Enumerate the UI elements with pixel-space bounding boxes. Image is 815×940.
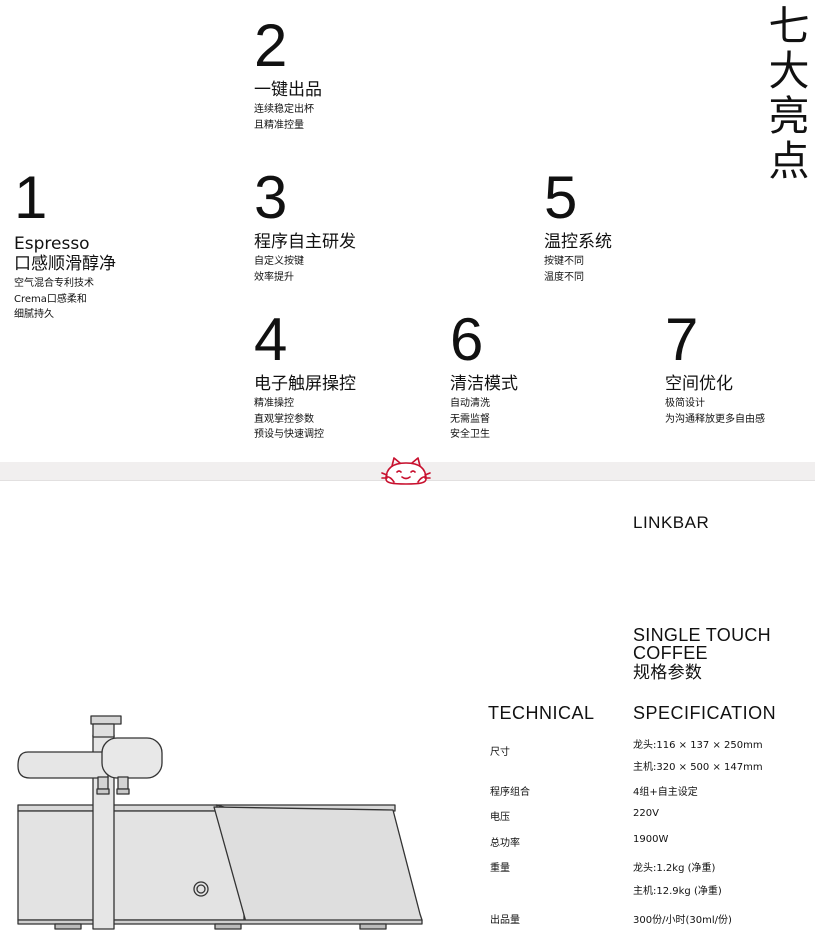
product-title: SINGLE TOUCH COFFEE 规格参数: [633, 626, 771, 684]
feature-desc-line: 效率提升: [254, 271, 294, 283]
spec-value: 主机:320 × 500 × 147mm: [633, 762, 763, 773]
feature-desc-line: Crema口感柔和: [14, 293, 87, 305]
spec-value: 1900W: [633, 834, 669, 845]
spec-value: 主机:12.9kg (净重): [633, 886, 722, 897]
spec-label: 尺寸: [490, 747, 510, 758]
spec-label: 总功率: [490, 838, 520, 849]
feature-desc: 连续稳定出杯 且精准控量: [254, 102, 322, 133]
feature-title: 程序自主研发: [254, 232, 356, 252]
feature-desc-line: 自动清洗: [450, 398, 490, 409]
feature-number: 3: [254, 164, 288, 231]
feature-desc-line: 按键不同: [544, 256, 584, 267]
section-title-char: 大: [768, 47, 810, 95]
spec-value: 300份/小时(30ml/份): [633, 915, 732, 926]
spec-value: 龙头:1.2kg (净重): [633, 863, 716, 874]
feature-title: 电子触屏操控: [254, 374, 356, 394]
spec-label: 电压: [490, 812, 510, 823]
feature-number: 4: [254, 306, 288, 373]
feature-number: 2: [254, 12, 288, 79]
feature-desc-line: 空气混合专利技术: [14, 278, 94, 289]
feature-desc-line: 为沟通释放更多自由感: [665, 413, 765, 425]
feature-number: 7: [665, 306, 699, 373]
feature-desc-line: 直观掌控参数: [254, 413, 314, 425]
section-title-char: 亮: [768, 92, 810, 140]
spec-header-specification: SPECIFICATION: [633, 703, 777, 723]
feature-6: 6 清洁模式 自动清洗 无需监督 安全卫生: [450, 310, 518, 443]
feature-desc: 自定义按键 效率提升: [254, 254, 356, 285]
spec-value: 4组+自主设定: [633, 787, 698, 798]
spec-header-technical: TECHNICAL: [488, 703, 595, 723]
feature-4: 4 电子触屏操控 精准操控 直观掌控参数 预设与快速调控: [254, 310, 356, 443]
spec-label: 重量: [490, 863, 510, 874]
coffee-machine-illustration: [17, 715, 423, 930]
product-title-cn: 规格参数: [633, 663, 703, 683]
feature-title: 清洁模式: [450, 374, 518, 394]
feature-desc-line: 细腻持久: [14, 309, 54, 320]
feature-title: 温控系统: [544, 232, 612, 252]
feature-5: 5 温控系统 按键不同 温度不同: [544, 168, 612, 285]
spec-value: 龙头:116 × 137 × 250mm: [633, 740, 763, 751]
feature-desc-line: 精准操控: [254, 398, 294, 409]
feature-desc: 自动清洗 无需监督 安全卫生: [450, 396, 518, 443]
feature-desc-line: 无需监督: [450, 413, 490, 425]
feature-2: 2 一键出品 连续稳定出杯 且精准控量: [254, 16, 322, 133]
spec-label: 出品量: [490, 915, 520, 926]
feature-desc-line: 且精准控量: [254, 119, 304, 131]
feature-desc-line: 极简设计: [665, 398, 705, 409]
feature-desc: 精准操控 直观掌控参数 预设与快速调控: [254, 396, 356, 443]
feature-title: 口感顺滑醇净: [14, 254, 116, 274]
feature-desc-line: 安全卫生: [450, 429, 490, 440]
feature-number: 5: [544, 164, 578, 231]
feature-number: 1: [14, 164, 48, 231]
product-title-line: COFFEE: [633, 643, 708, 663]
feature-title: 空间优化: [665, 374, 733, 394]
feature-7: 7 空间优化 极简设计 为沟通释放更多自由感: [665, 310, 765, 427]
product-title-line: SINGLE TOUCH: [633, 625, 771, 645]
feature-desc: 按键不同 温度不同: [544, 254, 612, 285]
feature-desc: 空气混合专利技术 Crema口感柔和 细腻持久: [14, 276, 116, 323]
feature-desc: 极简设计 为沟通释放更多自由感: [665, 396, 765, 427]
lucky-cat-icon: [381, 457, 431, 485]
feature-3: 3 程序自主研发 自定义按键 效率提升: [254, 168, 356, 285]
spec-value: 220V: [633, 808, 659, 819]
feature-desc-line: 自定义按键: [254, 256, 304, 267]
section-title-char: 点: [768, 137, 810, 185]
feature-title: 一键出品: [254, 80, 322, 100]
feature-desc-line: 预设与快速调控: [254, 429, 324, 440]
feature-desc-line: 温度不同: [544, 271, 584, 283]
feature-1: 1 Espresso 口感顺滑醇净 空气混合专利技术 Crema口感柔和 细腻持…: [14, 168, 116, 323]
section-title: 七 大 亮 点: [766, 4, 812, 184]
section-title-char: 七: [768, 2, 810, 50]
feature-number: 6: [450, 306, 484, 373]
feature-desc-line: 连续稳定出杯: [254, 104, 314, 115]
feature-title: Espresso: [14, 234, 90, 254]
spec-label: 程序组合: [490, 787, 530, 798]
brand-name: LINKBAR: [633, 513, 710, 532]
